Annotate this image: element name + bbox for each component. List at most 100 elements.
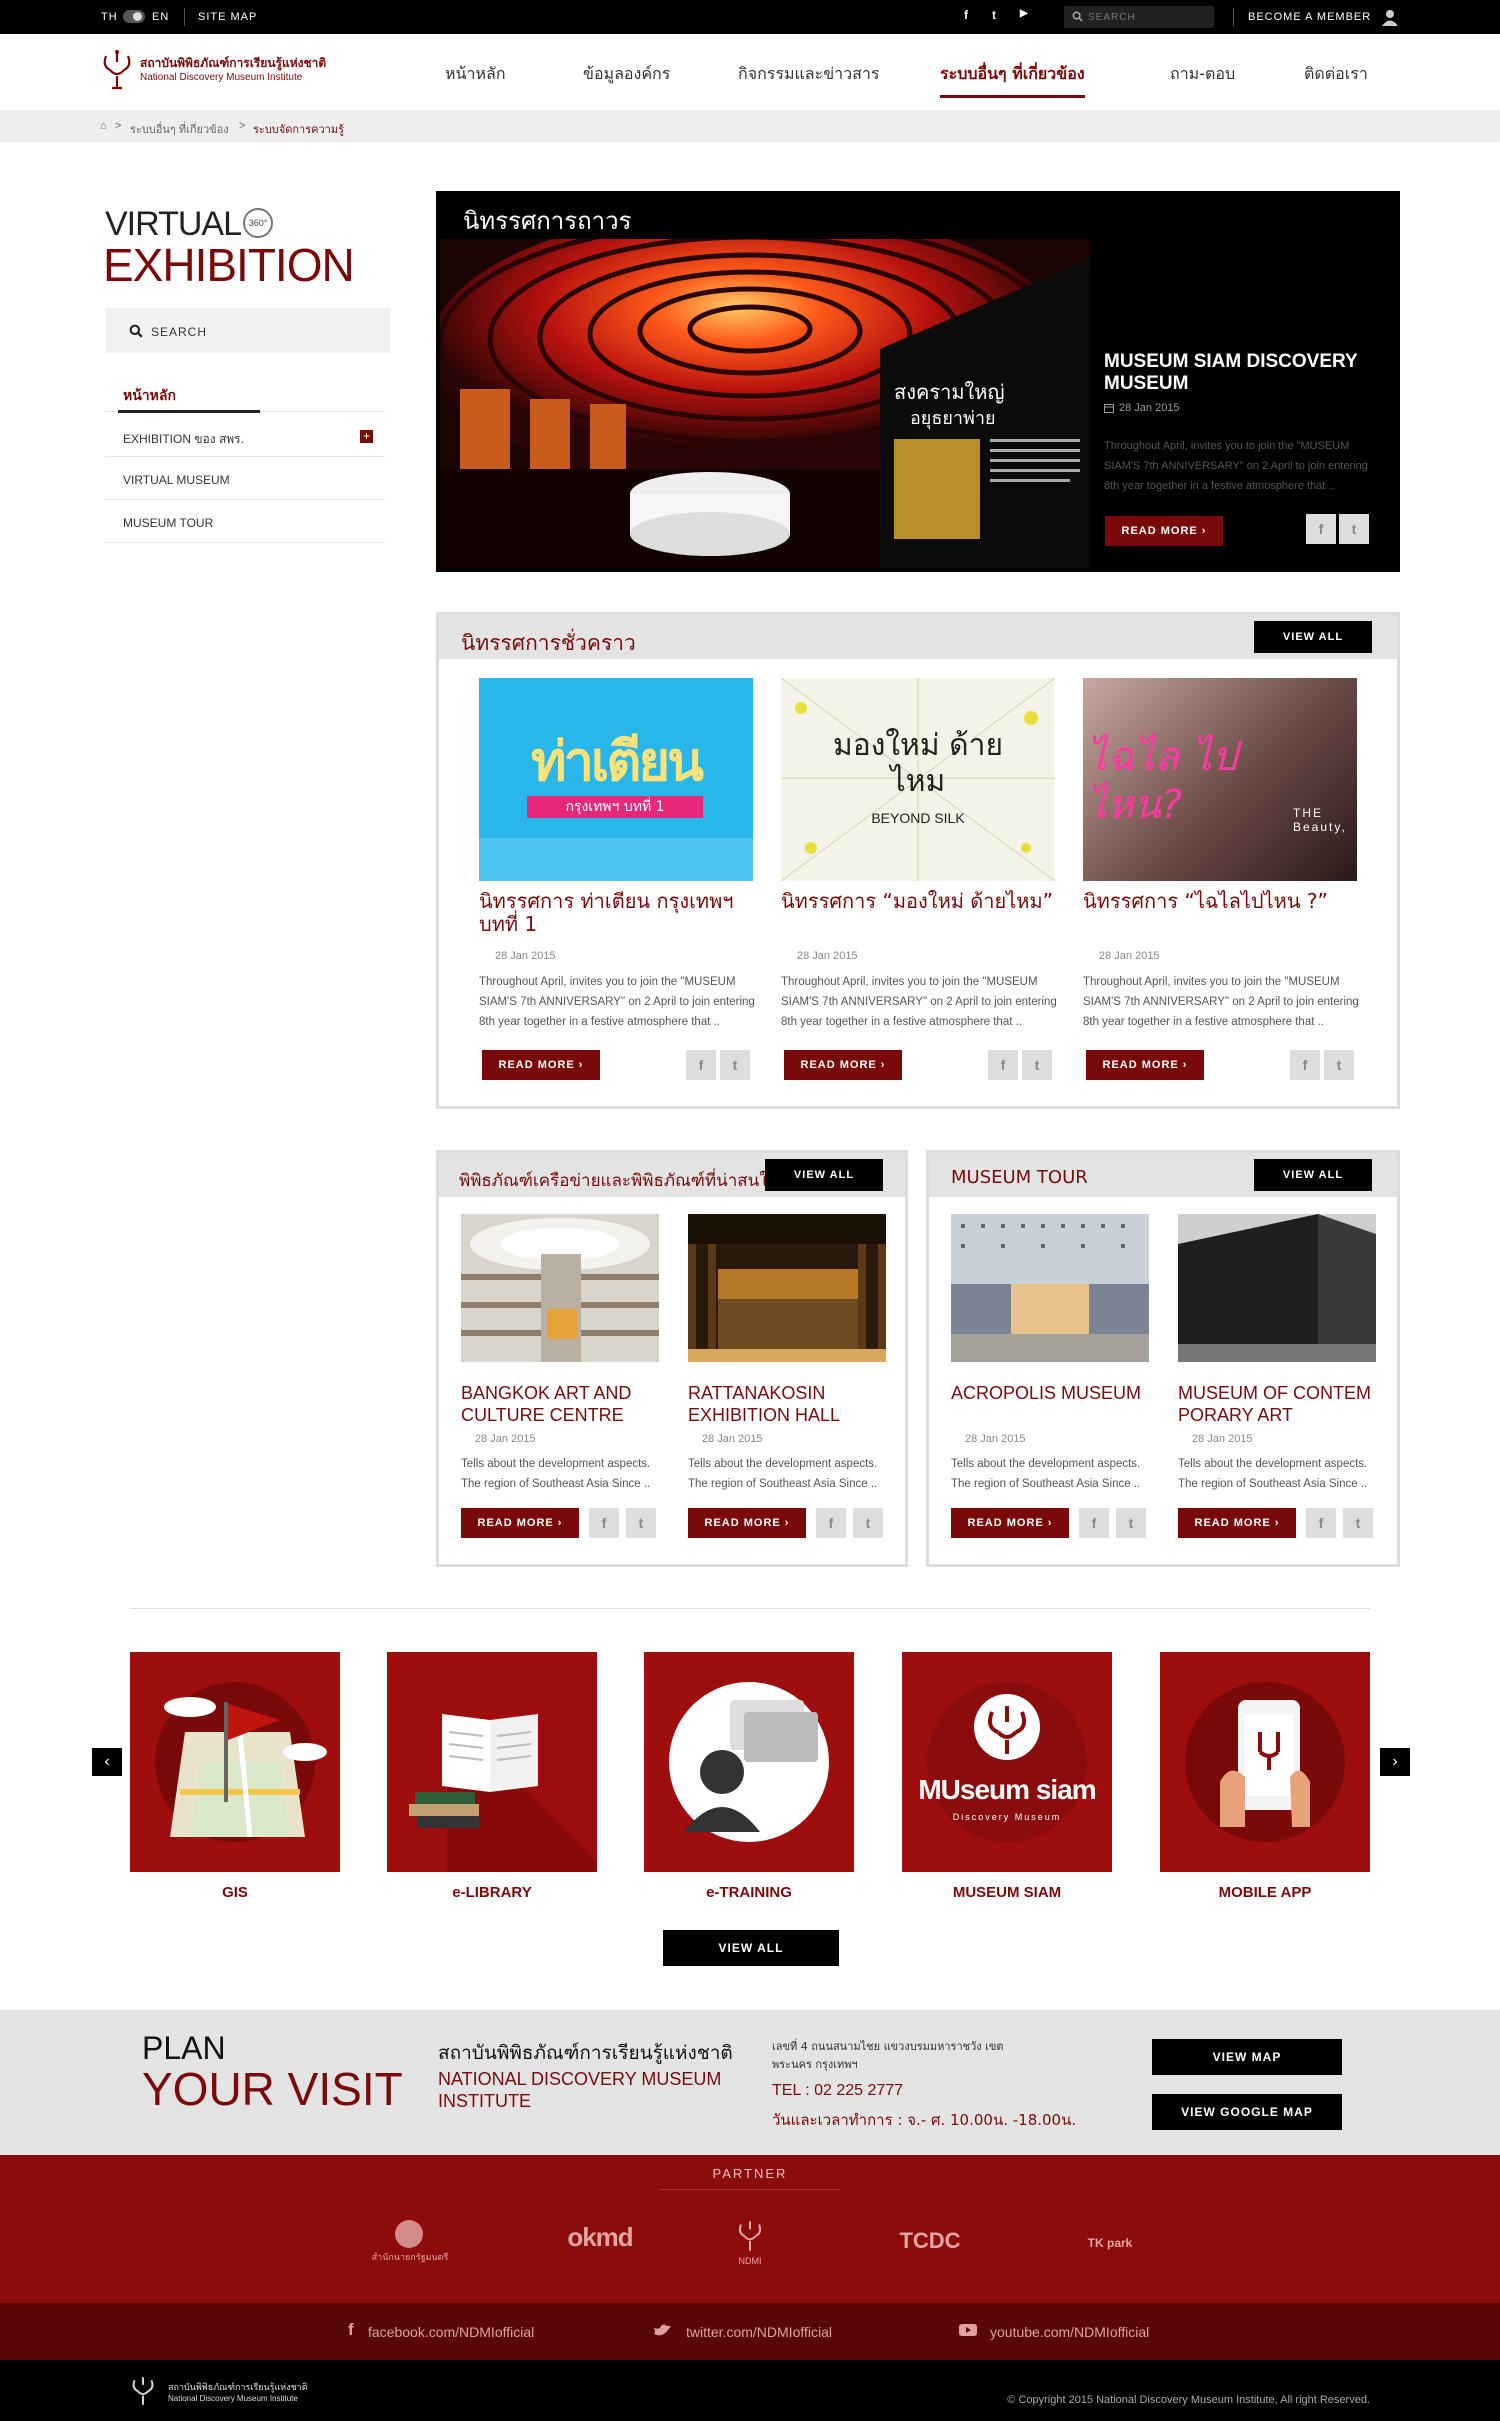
tile-label[interactable]: e-LIBRARY	[387, 1884, 597, 1901]
services-view-all-button[interactable]: VIEW ALL	[663, 1930, 839, 1966]
site-map-link[interactable]: SITE MAP	[198, 11, 257, 23]
lang-en[interactable]: EN	[152, 11, 169, 23]
view-google-map-button[interactable]: VIEW GOOGLE MAP	[1152, 2094, 1342, 2130]
sidebar-item-museum-tour[interactable]: MUSEUM TOUR	[105, 501, 385, 543]
read-more-button[interactable]: READ MORE ›	[482, 1050, 600, 1080]
telephone[interactable]: TEL : 02 225 2777	[772, 2082, 903, 2100]
card-image[interactable]: มองใหม่ ด้ายไหม BEYOND SILK	[781, 678, 1055, 881]
facebook-share-icon[interactable]: f	[1079, 1508, 1109, 1538]
mobile-app-tile[interactable]	[1160, 1652, 1370, 1872]
facebook-share-icon[interactable]: f	[1290, 1050, 1320, 1080]
partner-logo[interactable]: TCDC	[880, 2228, 980, 2254]
partner-logo[interactable]: okmd	[540, 2222, 660, 2253]
twitter-link[interactable]: twitter.com/NDMIofficial	[686, 2324, 832, 2340]
nav-activities-news[interactable]: กิจกรรมและข่าวสาร	[738, 62, 879, 87]
twitter-icon[interactable]: t	[992, 8, 997, 22]
card-image[interactable]	[1178, 1214, 1376, 1362]
gis-tile[interactable]	[130, 1652, 340, 1872]
twitter-share-icon[interactable]: t	[1116, 1508, 1146, 1538]
facebook-link[interactable]: facebook.com/NDMIofficial	[368, 2324, 534, 2340]
search-input[interactable]	[1088, 8, 1206, 26]
permanent-heading: นิทรรศการถาวร	[463, 207, 632, 235]
card-title[interactable]: RATTANAKOSIN EXHIBITION HALL	[688, 1382, 888, 1426]
sidebar-search[interactable]: SEARCH	[105, 308, 391, 353]
sidebar-item-virtual-museum[interactable]: VIRTUAL MUSEUM	[105, 458, 385, 500]
lang-th[interactable]: TH	[101, 11, 118, 23]
search-box[interactable]	[1064, 6, 1214, 28]
facebook-share-icon[interactable]: f	[1306, 514, 1336, 544]
nav-home[interactable]: หน้าหลัก	[445, 62, 506, 87]
nav-related-systems[interactable]: ระบบอื่นๆ ที่เกี่ยวข้อง	[940, 62, 1085, 98]
twitter-share-icon[interactable]: t	[853, 1508, 883, 1538]
become-member-link[interactable]: BECOME A MEMBER	[1248, 11, 1371, 23]
twitter-share-icon[interactable]: t	[720, 1050, 750, 1080]
card-image[interactable]	[461, 1214, 659, 1362]
read-more-button[interactable]: READ MORE ›	[1086, 1050, 1204, 1080]
card-title[interactable]: นิทรรศการ ท่าเตียน กรุงเทพฯ บทที่ 1	[479, 890, 759, 936]
expand-icon[interactable]: +	[360, 430, 373, 443]
read-more-button[interactable]: READ MORE ›	[688, 1508, 806, 1538]
card-date: 28 Jan 2015	[475, 1433, 536, 1445]
e-training-tile[interactable]	[644, 1652, 854, 1872]
carousel-next-button[interactable]: ›	[1380, 1748, 1410, 1776]
partner-logo[interactable]: สำนักนายกรัฐมนตรี	[360, 2250, 460, 2264]
card-image[interactable]: ท่าเตียน กรุงเทพฯ บทที่ 1	[479, 678, 753, 881]
twitter-share-icon[interactable]: t	[1339, 514, 1369, 544]
facebook-share-icon[interactable]: f	[589, 1508, 619, 1538]
partner-logo[interactable]: NDMI	[710, 2256, 790, 2266]
card-title[interactable]: BANGKOK ART AND CULTURE CENTRE	[461, 1382, 661, 1426]
youtube-icon[interactable]: ▶	[1020, 8, 1029, 19]
card-image[interactable]: ไฉไล ไปไหน? THE Beauty,	[1083, 678, 1357, 881]
read-more-button[interactable]: READ MORE ›	[461, 1508, 579, 1538]
e-library-tile[interactable]	[387, 1652, 597, 1872]
plan-visit-section: PLAN YOUR VISIT สถาบันพิพิธภัณฑ์การเรียน…	[0, 2010, 1500, 2155]
permanent-title[interactable]: MUSEUM SIAM DISCOVERY MUSEUM	[1104, 351, 1384, 395]
facebook-share-icon[interactable]: f	[988, 1050, 1018, 1080]
sidebar-item-exhibition[interactable]: EXHIBITION ของ สพร.	[105, 415, 385, 457]
read-more-button[interactable]: READ MORE ›	[1178, 1508, 1296, 1538]
home-icon[interactable]: ⌂	[100, 120, 107, 132]
breadcrumb-level1[interactable]: ระบบอื่นๆ ที่เกี่ยวข้อง	[130, 120, 229, 138]
read-more-button[interactable]: READ MORE ›	[951, 1508, 1069, 1538]
nav-faq[interactable]: ถาม-ตอบ	[1170, 62, 1235, 87]
user-icon[interactable]	[1381, 8, 1399, 26]
card-title[interactable]: ACROPOLIS MUSEUM	[951, 1382, 1151, 1404]
card-image[interactable]	[688, 1214, 886, 1362]
facebook-icon[interactable]: f	[964, 8, 969, 22]
museum-siam-tile[interactable]: MUseum siam Discovery Museum	[902, 1652, 1112, 1872]
nav-organization[interactable]: ข้อมูลองค์กร	[583, 62, 670, 87]
emblem-icon	[395, 2220, 423, 2248]
view-all-button[interactable]: VIEW ALL	[1254, 1159, 1372, 1191]
card-title[interactable]: MUSEUM OF CONTEM PORARY ART	[1178, 1382, 1378, 1426]
tile-label[interactable]: GIS	[130, 1884, 340, 1901]
sidebar-item-home[interactable]: หน้าหลัก	[105, 370, 385, 412]
nav-contact[interactable]: ติดต่อเรา	[1304, 62, 1368, 87]
view-all-button[interactable]: VIEW ALL	[765, 1159, 883, 1191]
card-image[interactable]	[951, 1214, 1149, 1362]
card-date: 28 Jan 2015	[797, 950, 858, 962]
carousel-prev-button[interactable]: ‹	[92, 1748, 122, 1776]
permanent-exhibition-image[interactable]: สงครามใหญ่ อยุธยาพ่าย	[440, 239, 1090, 568]
card-title[interactable]: นิทรรศการ “ไฉไลไปไหน ?”	[1083, 890, 1363, 913]
language-toggle[interactable]	[123, 10, 145, 23]
twitter-share-icon[interactable]: t	[1343, 1508, 1373, 1538]
twitter-share-icon[interactable]: t	[1324, 1050, 1354, 1080]
twitter-share-icon[interactable]: t	[626, 1508, 656, 1538]
tile-label[interactable]: e-TRAINING	[644, 1884, 854, 1901]
facebook-share-icon[interactable]: f	[686, 1050, 716, 1080]
facebook-share-icon[interactable]: f	[1306, 1508, 1336, 1538]
twitter-share-icon[interactable]: t	[1022, 1050, 1052, 1080]
read-more-button[interactable]: READ MORE ›	[784, 1050, 902, 1080]
tile-label[interactable]: MOBILE APP	[1160, 1884, 1370, 1901]
tile-label[interactable]: MUSEUM SIAM	[902, 1884, 1112, 1901]
facebook-share-icon[interactable]: f	[816, 1508, 846, 1538]
ndmi-logo[interactable]	[100, 48, 134, 92]
read-more-button[interactable]: READ MORE ›	[1105, 516, 1223, 546]
partner-logo[interactable]: TK park	[1065, 2236, 1155, 2250]
ndmi-logo[interactable]	[130, 2374, 156, 2408]
card-description: Tells about the development aspects. The…	[951, 1458, 1141, 1490]
youtube-link[interactable]: youtube.com/NDMIofficial	[990, 2324, 1149, 2340]
view-all-button[interactable]: VIEW ALL	[1254, 621, 1372, 653]
card-title[interactable]: นิทรรศการ “มองใหม่ ด้ายไหม”	[781, 890, 1061, 913]
view-map-button[interactable]: VIEW MAP	[1152, 2039, 1342, 2075]
